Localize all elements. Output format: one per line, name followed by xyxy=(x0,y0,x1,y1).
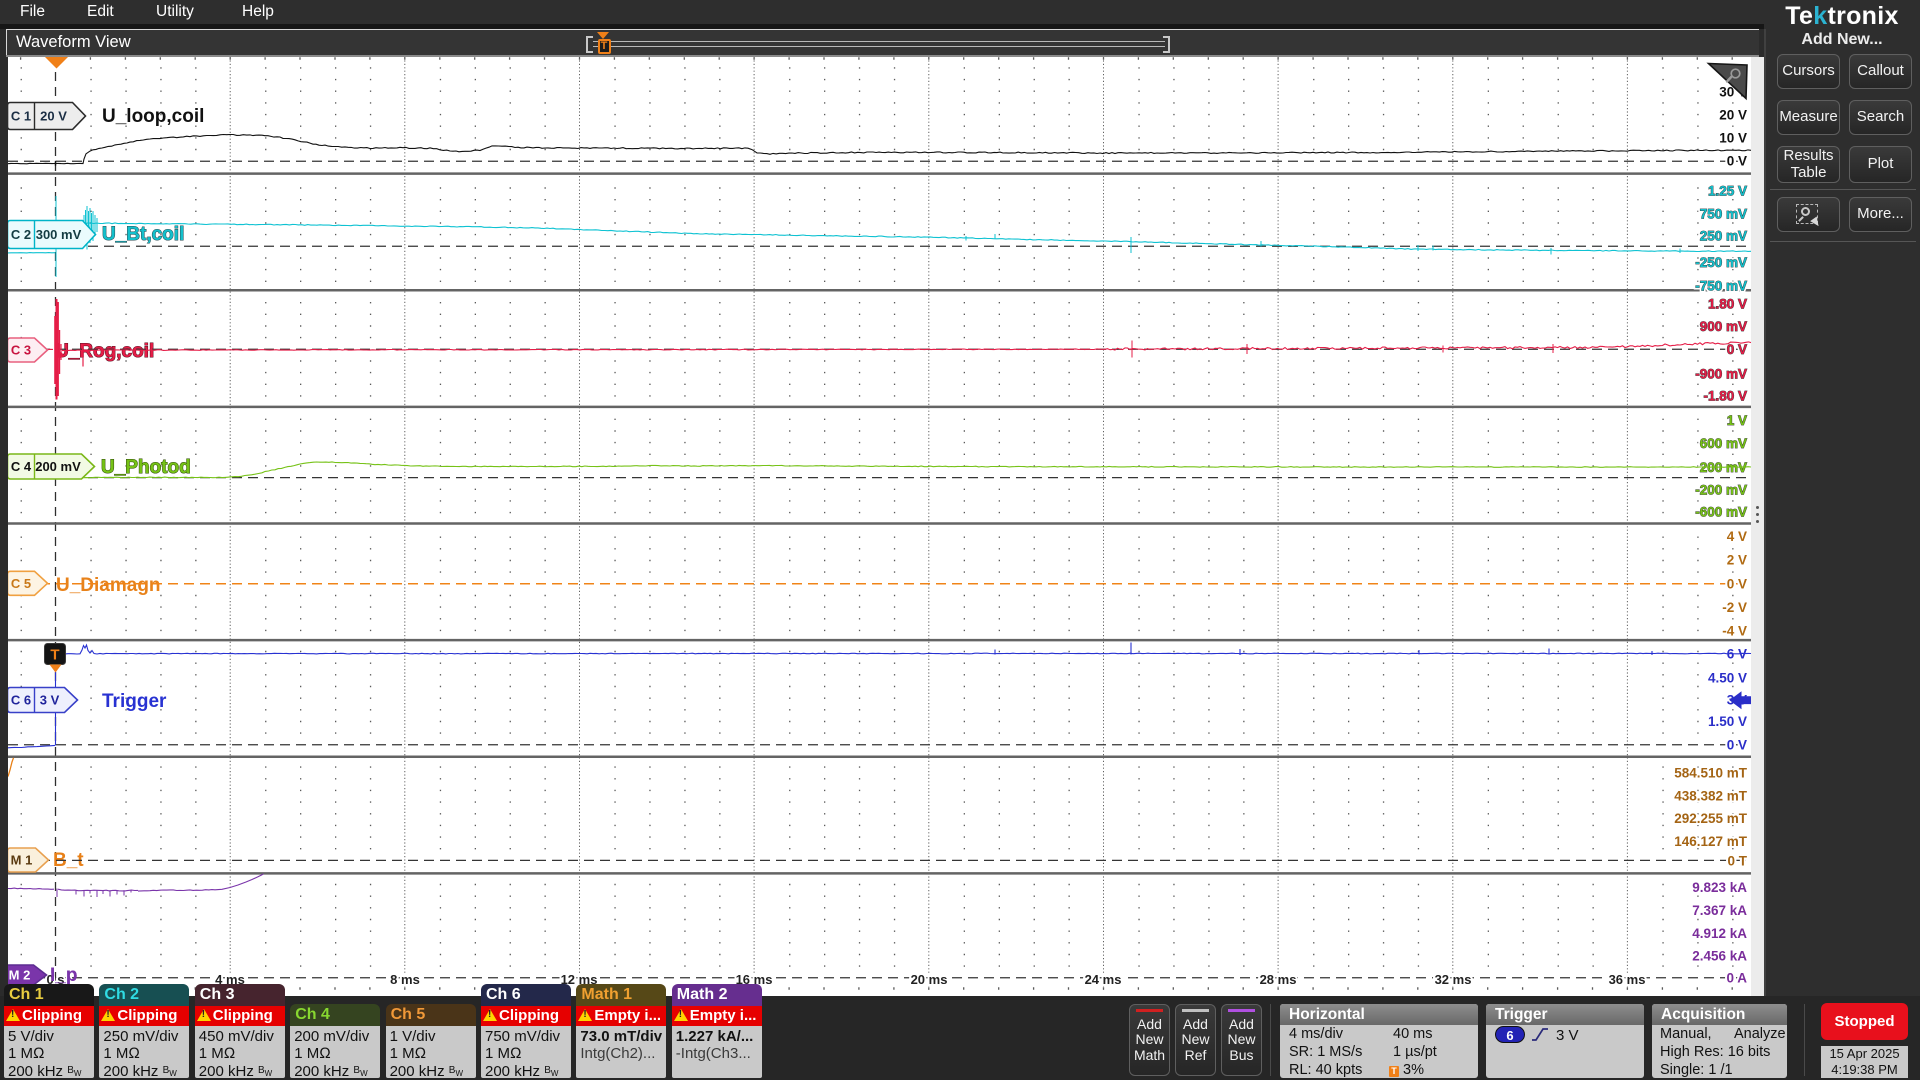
svg-text:I_p: I_p xyxy=(50,965,77,986)
svg-text:900 mV: 900 mV xyxy=(1700,319,1747,334)
svg-text:2 V: 2 V xyxy=(1727,553,1747,568)
svg-text:U_Bt,coil: U_Bt,coil xyxy=(102,224,184,245)
svg-text:32 ms: 32 ms xyxy=(1435,972,1472,987)
svg-text:4 V: 4 V xyxy=(1727,529,1747,544)
svg-text:2.456 kA: 2.456 kA xyxy=(1692,949,1747,964)
svg-text:3 V: 3 V xyxy=(40,693,60,708)
svg-text:0 V: 0 V xyxy=(1727,342,1747,357)
svg-text:C 2: C 2 xyxy=(11,227,31,242)
svg-text:C 6: C 6 xyxy=(11,693,31,708)
svg-text:200 mV: 200 mV xyxy=(35,459,81,474)
svg-text:0 A: 0 A xyxy=(1726,970,1747,985)
svg-text:24 ms: 24 ms xyxy=(1085,972,1122,987)
svg-text:C 1: C 1 xyxy=(11,109,31,124)
svg-text:146.127 mT: 146.127 mT xyxy=(1674,834,1748,849)
svg-text:8 ms: 8 ms xyxy=(390,972,420,987)
svg-text:1 V: 1 V xyxy=(1727,413,1747,428)
svg-text:C 3: C 3 xyxy=(11,343,31,358)
svg-text:U_loop,coil: U_loop,coil xyxy=(102,106,204,127)
svg-text:36 ms: 36 ms xyxy=(1609,972,1646,987)
svg-text:-900 mV: -900 mV xyxy=(1695,367,1747,382)
svg-text:584.510 mT: 584.510 mT xyxy=(1674,765,1748,780)
svg-text:0 T: 0 T xyxy=(1727,853,1747,868)
svg-text:-1.80 V: -1.80 V xyxy=(1703,389,1747,404)
svg-text:750 mV: 750 mV xyxy=(1700,207,1747,222)
svg-text:-250 mV: -250 mV xyxy=(1695,255,1747,270)
svg-text:1.50 V: 1.50 V xyxy=(1708,714,1747,729)
svg-text:-2 V: -2 V xyxy=(1722,600,1747,615)
svg-text:9.823 kA: 9.823 kA xyxy=(1692,880,1747,895)
svg-text:M 1: M 1 xyxy=(11,853,33,868)
svg-text:M 2: M 2 xyxy=(9,968,31,983)
svg-text:438.382 mT: 438.382 mT xyxy=(1674,788,1748,803)
svg-text:1.25 V: 1.25 V xyxy=(1708,184,1747,199)
svg-text:-4 V: -4 V xyxy=(1722,624,1747,639)
svg-text:-750 mV: -750 mV xyxy=(1695,279,1747,294)
svg-text:4.912 kA: 4.912 kA xyxy=(1692,926,1747,941)
svg-text:U_Photod: U_Photod xyxy=(101,457,191,478)
svg-text:250 mV: 250 mV xyxy=(1700,229,1747,244)
svg-text:4.50 V: 4.50 V xyxy=(1708,670,1747,685)
svg-text:C 5: C 5 xyxy=(11,576,31,591)
svg-text:-200 mV: -200 mV xyxy=(1695,483,1747,498)
svg-text:20 ms: 20 ms xyxy=(911,972,948,987)
svg-text:600 mV: 600 mV xyxy=(1700,436,1747,451)
svg-text:C 4: C 4 xyxy=(11,459,32,474)
svg-text:300 mV: 300 mV xyxy=(36,227,82,242)
svg-text:1.80 V: 1.80 V xyxy=(1708,297,1747,312)
svg-text:7.367 kA: 7.367 kA xyxy=(1692,903,1747,918)
svg-text:-600 mV: -600 mV xyxy=(1695,505,1747,520)
svg-text:U_Diamagn: U_Diamagn xyxy=(56,575,161,596)
svg-text:Trigger: Trigger xyxy=(102,691,167,712)
svg-text:28 ms: 28 ms xyxy=(1260,972,1297,987)
svg-text:20 V: 20 V xyxy=(1719,108,1747,123)
svg-text:U_Rog,coil: U_Rog,coil xyxy=(55,341,154,362)
svg-text:292.255 mT: 292.255 mT xyxy=(1674,811,1748,826)
svg-text:0 V: 0 V xyxy=(1727,154,1747,169)
svg-text:0 V: 0 V xyxy=(1727,576,1747,591)
svg-text:T: T xyxy=(50,647,59,664)
svg-text:10 V: 10 V xyxy=(1719,131,1747,146)
svg-text:20 V: 20 V xyxy=(40,109,67,124)
svg-text:0 V: 0 V xyxy=(1727,737,1747,752)
